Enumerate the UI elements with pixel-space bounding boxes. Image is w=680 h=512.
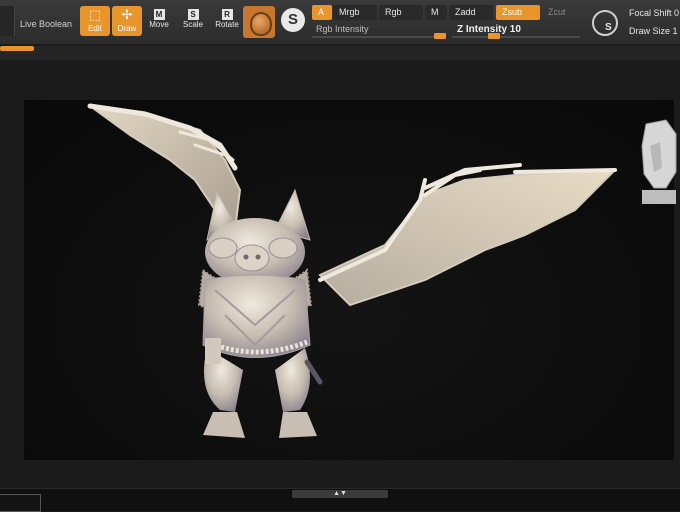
active-tab-indicator (0, 46, 34, 51)
left-panel-edge[interactable] (0, 6, 15, 36)
move-button[interactable]: M Move (144, 6, 174, 36)
zcut-toggle[interactable]: Zcut (542, 5, 582, 20)
edit-button[interactable]: ⬚ Edit (80, 6, 110, 36)
rgb-intensity-label: Rgb Intensity (316, 24, 369, 34)
live-boolean-button[interactable]: Live Boolean (20, 19, 72, 29)
scale-button[interactable]: S Scale (178, 6, 208, 36)
m-toggle[interactable]: M (425, 5, 447, 20)
rgb-intensity-slider[interactable] (312, 36, 446, 38)
rotate-label: Rotate (215, 20, 239, 29)
stroke-button[interactable]: S (281, 8, 305, 32)
rgb-toggle[interactable]: Rgb (379, 5, 423, 20)
lightbox-button[interactable]: S (592, 10, 618, 36)
zadd-toggle[interactable]: Zadd (449, 5, 493, 20)
draw-size-slider[interactable]: Draw Size 1 (629, 26, 678, 36)
bottom-left-tab[interactable] (0, 494, 41, 512)
zsub-toggle[interactable]: Zsub (496, 5, 540, 20)
rotate-key-badge: R (221, 9, 233, 20)
focal-shift-slider[interactable]: Focal Shift 0 (629, 8, 679, 18)
material-button[interactable] (243, 6, 275, 38)
draw-button[interactable]: ✢ Draw (112, 6, 142, 36)
scale-label: Scale (182, 20, 203, 29)
edit-icon: ⬚ (88, 7, 102, 22)
lightbox-icon: S (605, 22, 612, 33)
shelf-strip (0, 46, 680, 60)
rotate-button[interactable]: R Rotate (212, 6, 242, 36)
scale-key-badge: S (187, 9, 199, 20)
draw-label: Draw (117, 24, 137, 33)
top-toolbar: Live Boolean ⬚ Edit ✢ Draw M Move S Scal… (0, 0, 680, 46)
tray-arrow-icon: ▲▼ (333, 490, 347, 497)
bat-sculpt-model (87, 103, 618, 438)
move-label: Move (149, 20, 169, 29)
mrgb-toggle[interactable]: Mrgb (333, 5, 377, 20)
bottom-tray-handle[interactable]: ▲▼ (292, 490, 388, 498)
a-toggle[interactable]: A (312, 5, 332, 20)
z-intensity-slider[interactable] (452, 36, 580, 38)
material-icon (250, 12, 272, 36)
stroke-icon: S (287, 11, 298, 28)
rgb-intensity-handle[interactable] (434, 33, 446, 39)
move-key-badge: M (153, 9, 165, 20)
z-intensity-handle[interactable] (488, 33, 500, 39)
draw-icon: ✢ (121, 7, 133, 22)
edit-label: Edit (88, 24, 102, 33)
navigation-head-icon[interactable] (636, 116, 680, 208)
